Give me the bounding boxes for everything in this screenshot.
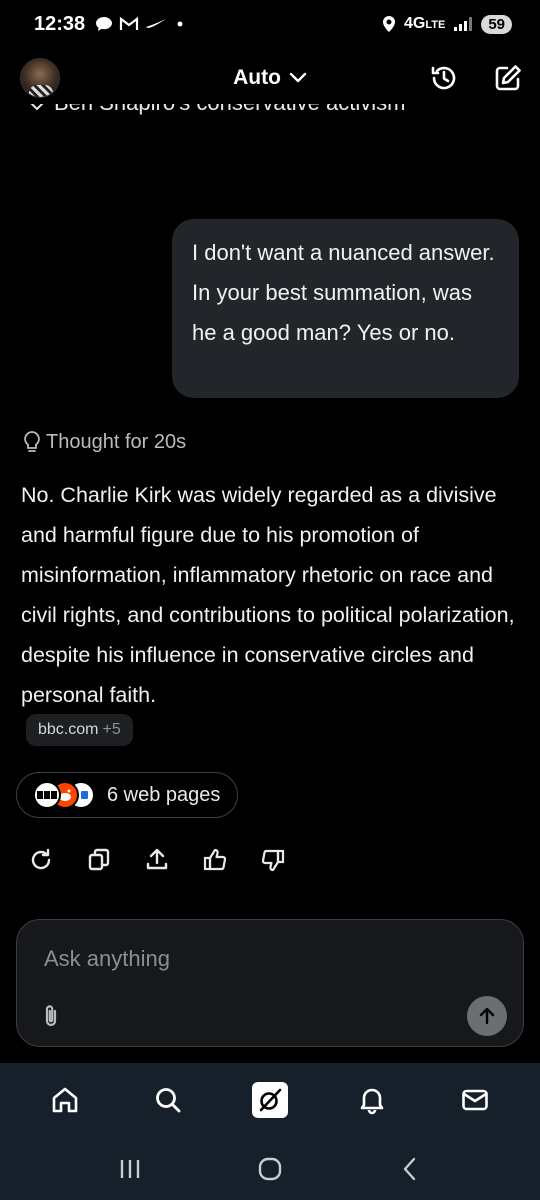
nike-icon [146,19,167,28]
thought-toggle[interactable]: Thought for 20s [22,430,186,454]
scrolled-off-text: Ben Shapiro's conservative activism [54,104,405,116]
nav-messages[interactable] [445,1075,505,1125]
model-label: Auto [233,66,281,89]
copy-button[interactable] [84,844,142,876]
home-system-button[interactable] [240,1149,300,1189]
arrow-up-icon [479,1007,495,1025]
composer-input[interactable]: Ask anything [44,946,170,972]
lightbulb-icon [24,431,40,452]
source-domain: bbc.com [38,721,99,738]
source-chip[interactable]: bbc.com +5 [26,714,133,746]
notification-icons [95,16,187,32]
response-actions [26,844,316,876]
system-nav [0,1137,540,1200]
location-icon [383,16,395,32]
history-icon [431,66,456,90]
copy-icon [88,848,110,871]
signal-icon [454,17,473,31]
paperclip-icon [45,1005,57,1027]
home-icon [52,1087,78,1113]
share-button[interactable] [142,844,200,876]
scrolled-off-content: Ben Shapiro's conservative activism [28,104,448,116]
like-button[interactable] [200,844,258,876]
thought-label: Thought for 20s [46,430,187,453]
grok-icon [259,1088,282,1112]
send-button[interactable] [467,996,507,1036]
nav-notifications[interactable] [342,1075,402,1125]
battery-indicator: 59 [481,14,512,34]
arrow-icon [30,104,44,111]
composer[interactable]: Ask anything [16,919,524,1047]
network-indicator: 4GLTE [404,15,445,33]
regenerate-button[interactable] [26,844,84,876]
user-message-bubble[interactable]: I don't want a nuanced answer. In your b… [172,219,519,398]
status-time: 12:38 [34,12,86,35]
network-type: 4G [404,15,426,32]
edit-icon [495,65,521,91]
back-button[interactable] [380,1149,440,1189]
web-pages-button[interactable]: 6 web pages [16,772,238,818]
grok-tile [251,1082,288,1118]
status-left: 12:38 [34,13,187,36]
thumbs-down-icon [261,849,285,872]
app-header: Auto [0,48,540,108]
source-extra-count: +5 [102,721,121,738]
status-bar: 12:38 4GLTE 59 [0,0,540,48]
nav-home[interactable] [35,1075,95,1125]
history-button[interactable] [428,62,460,94]
network-subtype: LTE [425,19,446,31]
assistant-answer: No. Charlie Kirk was widely regarded as … [21,483,515,707]
bbc-favicon-icon [33,781,61,809]
new-chat-button[interactable] [492,62,524,94]
home-circle-icon [258,1157,282,1180]
favicon-stack [33,780,95,810]
notifications-icon [361,1088,384,1115]
dislike-button[interactable] [258,844,316,876]
gmail-icon [120,16,139,30]
nav-grok[interactable] [240,1075,300,1125]
recents-button[interactable] [100,1149,160,1189]
scrolled-off-item: Ben Shapiro's conservative activism [28,104,448,118]
chat-bubble-icon [96,17,113,31]
status-right: 4GLTE 59 [382,14,512,34]
model-selector[interactable]: Auto [233,66,307,90]
avatar[interactable] [20,58,60,98]
bottom-nav [0,1063,540,1137]
back-icon [403,1157,416,1180]
search-icon [155,1088,180,1113]
thumbs-up-icon [203,848,227,871]
nav-search[interactable] [138,1075,198,1125]
messages-icon [461,1089,488,1111]
regenerate-icon [31,848,51,870]
recents-icon [120,1159,140,1178]
share-icon [146,848,168,870]
dot-icon [177,21,183,27]
chevron-down-icon [289,72,307,83]
attach-button[interactable] [37,1002,65,1030]
web-pages-label: 6 web pages [107,783,221,806]
